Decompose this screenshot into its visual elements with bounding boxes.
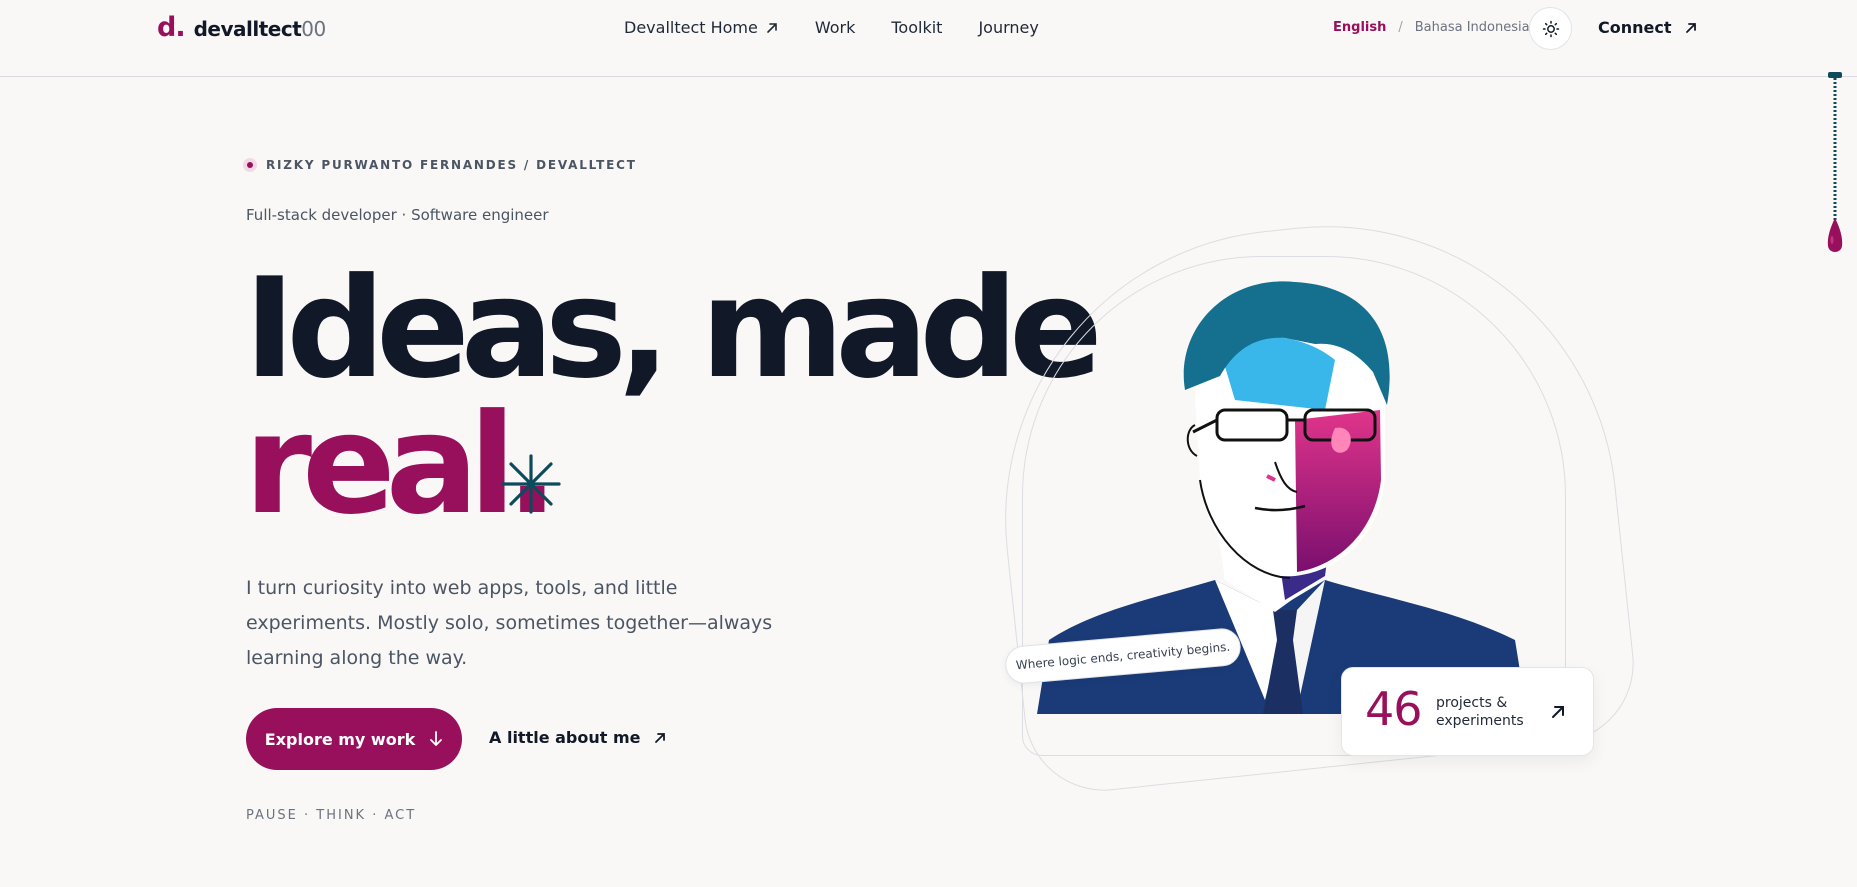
hero-eyebrow: RIZKY PURWANTO FERNANDES / DEVALLTECT	[243, 158, 637, 172]
projects-label: projects & experiments	[1436, 695, 1524, 729]
main-nav: Devalltect Home Work Toolkit Journey	[624, 18, 1039, 37]
language-switcher: English / Bahasa Indonesia	[1333, 20, 1530, 35]
nav-label: Journey	[978, 18, 1039, 37]
site-header: d. devalltect00 Devalltect Home Work Too…	[0, 0, 1857, 77]
sun-icon	[1542, 20, 1559, 37]
brand-mark: d.	[157, 12, 186, 43]
nav-toolkit[interactable]: Toolkit	[891, 18, 942, 37]
brand-name: devalltect00	[193, 17, 327, 41]
sparkle-icon	[501, 454, 561, 514]
nav-work[interactable]: Work	[815, 18, 856, 37]
about-me-link[interactable]: A little about me	[489, 728, 667, 747]
lamp-pull-cord[interactable]	[1826, 72, 1844, 258]
projects-stat-card[interactable]: 46 projects & experiments	[1341, 667, 1594, 756]
eyebrow-text: RIZKY PURWANTO FERNANDES / DEVALLTECT	[266, 158, 637, 172]
lang-separator: /	[1398, 20, 1403, 35]
lang-bahasa-indonesia[interactable]: Bahasa Indonesia	[1415, 20, 1530, 35]
headline-line-1: Ideas, made	[244, 248, 1103, 409]
brand-suffix: 00	[301, 17, 326, 41]
role-subtitle: Full-stack developer · Software engineer	[246, 206, 549, 224]
arrow-down-icon	[430, 731, 443, 746]
explore-work-label: Explore my work	[264, 729, 416, 749]
arrow-up-right-icon	[1685, 22, 1696, 33]
brand-logo[interactable]: d. devalltect00	[157, 12, 326, 43]
status-dot-icon	[243, 158, 257, 172]
lang-english[interactable]: English	[1333, 20, 1386, 35]
connect-label: Connect	[1598, 18, 1672, 37]
projects-count: 46	[1365, 682, 1423, 736]
explore-work-button[interactable]: Explore my work	[246, 708, 462, 770]
hero-tagline: I turn curiosity into web apps, tools, a…	[246, 577, 773, 669]
theme-toggle-button[interactable]	[1529, 7, 1572, 50]
about-me-label: A little about me	[489, 728, 641, 747]
arrow-up-right-icon	[654, 732, 665, 743]
nav-label: Devalltect Home	[624, 18, 758, 37]
motto: PAUSE · THINK · ACT	[246, 808, 417, 823]
arrow-up-right-icon	[1552, 706, 1564, 718]
nav-label: Work	[814, 18, 856, 37]
nav-devalltect-home[interactable]: Devalltect Home	[624, 18, 779, 37]
connect-button[interactable]: Connect	[1598, 18, 1698, 37]
nav-journey[interactable]: Journey	[978, 18, 1038, 37]
nav-label: Toolkit	[891, 18, 943, 37]
arrow-up-right-icon	[767, 22, 777, 33]
